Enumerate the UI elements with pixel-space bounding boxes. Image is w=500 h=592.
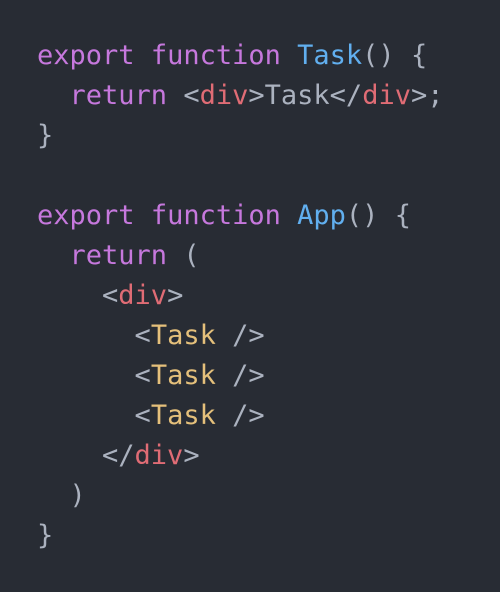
code-editor: export function Task() { return <div>Tas… <box>0 0 500 592</box>
code-line-12: ) <box>37 476 500 516</box>
close-brace: } <box>37 520 54 551</box>
code-line-6: return ( <box>37 236 500 276</box>
jsx-closing-open: </ <box>329 80 363 111</box>
code-line-2: return <div>Task</div>; <box>37 76 500 116</box>
jsx-close-bracket: > <box>167 280 184 311</box>
jsx-close-bracket: > <box>183 440 200 471</box>
jsx-close-bracket: > <box>248 80 265 111</box>
jsx-component-task: Task <box>150 400 216 431</box>
jsx-tag-div: div <box>362 80 411 111</box>
keyword-function: function <box>150 200 281 231</box>
code-line-10: <Task /> <box>37 396 500 436</box>
open-brace: { <box>410 40 428 71</box>
open-brace: { <box>394 200 411 231</box>
parens: () <box>345 200 379 231</box>
parens: () <box>362 40 395 71</box>
code-block: export function Task() { return <div>Tas… <box>37 36 500 556</box>
jsx-tag-div: div <box>134 440 184 471</box>
code-line-11: </div> <box>37 436 500 476</box>
keyword-export: export <box>37 40 135 71</box>
jsx-open-bracket: < <box>134 360 151 391</box>
jsx-open-bracket: < <box>102 280 119 311</box>
jsx-self-close: /> <box>232 360 265 391</box>
jsx-open-bracket: < <box>134 400 151 431</box>
jsx-close-semicolon: >; <box>410 80 444 111</box>
close-paren: ) <box>69 480 86 511</box>
code-line-5: export function App() { <box>37 196 500 236</box>
jsx-component-task: Task <box>150 360 216 391</box>
code-line-9: <Task /> <box>37 356 500 396</box>
jsx-self-close: /> <box>232 400 265 431</box>
code-line-8: <Task /> <box>37 316 500 356</box>
jsx-tag-div: div <box>199 80 249 111</box>
jsx-closing-open: </ <box>102 440 135 471</box>
code-line-1: export function Task() { <box>37 36 500 76</box>
jsx-component-task: Task <box>150 320 216 351</box>
jsx-text: Task <box>264 80 330 111</box>
jsx-tag-div: div <box>118 280 168 311</box>
keyword-export: export <box>37 200 135 231</box>
code-line-13: } <box>37 516 500 556</box>
code-line-7: <div> <box>37 276 500 316</box>
code-line-3: } <box>37 116 500 156</box>
keyword-function: function <box>150 40 281 71</box>
jsx-open-bracket: < <box>134 320 151 351</box>
function-name-task: Task <box>297 40 363 71</box>
close-brace: } <box>37 120 54 151</box>
function-name-app: App <box>297 200 346 231</box>
keyword-return: return <box>69 240 168 271</box>
jsx-open-bracket: < <box>183 80 200 111</box>
keyword-return: return <box>69 80 168 111</box>
jsx-self-close: /> <box>232 320 265 351</box>
open-paren: ( <box>183 240 200 271</box>
